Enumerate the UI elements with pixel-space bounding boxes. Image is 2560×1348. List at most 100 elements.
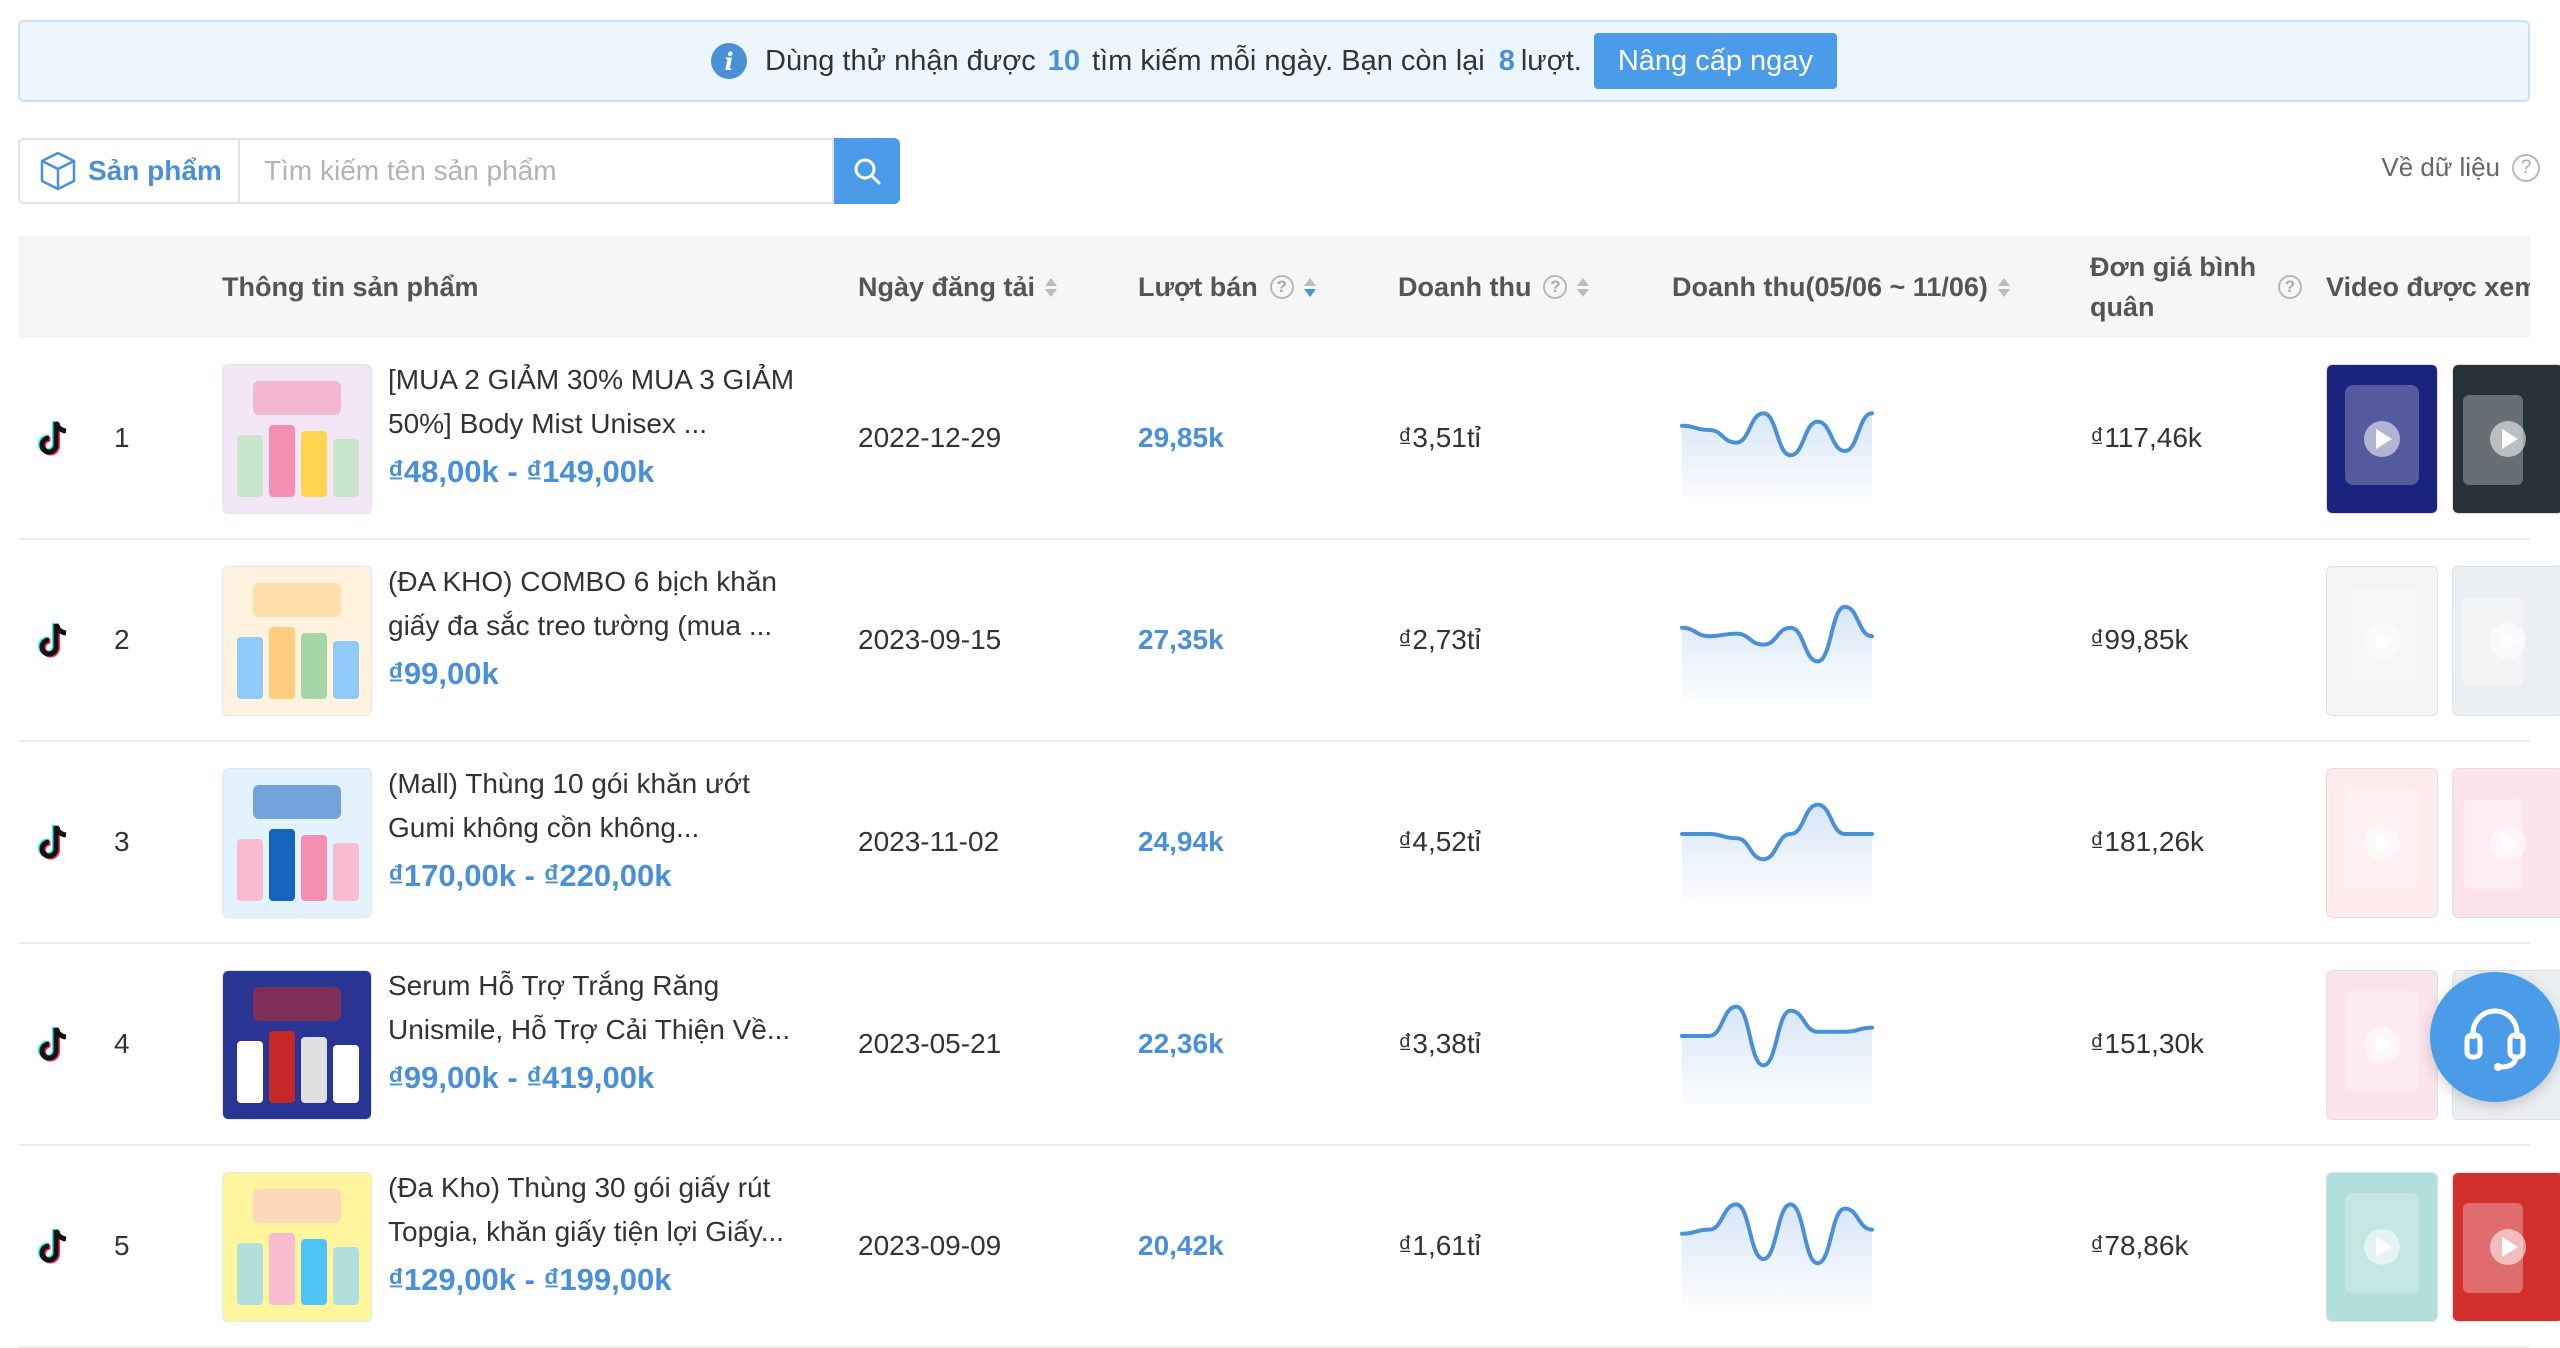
info-icon: i [711, 43, 748, 79]
product-name[interactable]: (Đa Kho) Thùng 30 gói giấy rút Topgia, k… [388, 1166, 808, 1254]
product-name[interactable]: (ĐA KHO) COMBO 6 bịch khăn giấy đa sắc t… [388, 560, 808, 648]
category-label: Sản phẩm [88, 155, 222, 186]
play-icon [2490, 1229, 2526, 1265]
play-icon [2364, 421, 2400, 457]
search-input[interactable] [238, 138, 834, 204]
video-thumbnail[interactable] [2452, 566, 2560, 716]
product-name[interactable]: Serum Hỗ Trợ Trắng Răng Unismile, Hỗ Trợ… [388, 964, 808, 1052]
rank: 4 [114, 1028, 130, 1059]
product-thumbnail[interactable] [222, 970, 372, 1120]
product-price: ₫129,00k - ₫199,00k [388, 1262, 672, 1297]
col-avg-price: Đơn giá bình quân ? [2090, 236, 2310, 338]
avg-price: ₫99,85k [2090, 624, 2189, 655]
revenue: ₫3,51tỉ [1398, 422, 1481, 453]
sort-icon[interactable] [1045, 277, 1058, 297]
revenue: ₫2,73tỉ [1398, 624, 1481, 655]
product-price: ₫99,00k - ₫419,00k [388, 1060, 655, 1095]
sales-count: 29,85k [1138, 422, 1224, 453]
col-product-info-label: Thông tin sản phẩm [222, 271, 479, 302]
col-revenue-label: Doanh thu [1398, 271, 1532, 302]
video-thumbnail[interactable] [2452, 364, 2560, 514]
sparkline-area [1682, 1006, 1872, 1104]
col-sales[interactable]: Lượt bán ? [1138, 236, 1316, 338]
cube-icon [40, 151, 76, 191]
avg-price: ₫78,86k [2090, 1230, 2189, 1261]
sales-count: 24,94k [1138, 826, 1224, 857]
play-icon [2364, 1027, 2400, 1063]
play-icon [2490, 623, 2526, 659]
help-icon[interactable]: ? [2278, 275, 2302, 299]
product-thumbnail[interactable] [222, 566, 372, 716]
sparkline-area [1682, 1204, 1872, 1306]
daily-limit: 10 [1047, 44, 1080, 77]
sales-count: 27,35k [1138, 624, 1224, 655]
help-icon[interactable]: ? [1543, 275, 1568, 299]
video-thumbnail[interactable] [2326, 970, 2438, 1120]
col-upload-date[interactable]: Ngày đăng tải [858, 236, 1058, 338]
product-info: Serum Hỗ Trợ Trắng Răng Unismile, Hỗ Trợ… [388, 964, 808, 1096]
product-thumbnail[interactable] [222, 364, 372, 514]
table-row[interactable]: 4 Serum Hỗ Trợ Trắng Răng Unismile, Hỗ T… [18, 944, 2560, 1146]
play-icon [2364, 1229, 2400, 1265]
tiktok-icon [36, 418, 70, 458]
tiktok-icon [36, 1226, 70, 1266]
banner-text-before: Dùng thử nhận được [765, 44, 1036, 77]
sort-icon[interactable] [1577, 277, 1590, 297]
product-info: (Mall) Thùng 10 gói khăn ướt Gumi không … [388, 762, 808, 894]
table-row[interactable]: 3 (Mall) Thùng 10 gói khăn ướt Gumi khôn… [18, 742, 2560, 944]
banner-text-after: lượt. [1520, 44, 1582, 77]
col-videos-label: Video được xem nhiều [2326, 271, 2530, 302]
about-data-link[interactable]: Về dữ liệu ? [2381, 152, 2540, 183]
tiktok-icon [36, 1024, 70, 1064]
video-thumbnail[interactable] [2326, 768, 2438, 918]
support-button[interactable] [2430, 972, 2560, 1102]
video-thumbnail[interactable] [2326, 364, 2438, 514]
video-thumbnail[interactable] [2326, 566, 2438, 716]
banner-text-middle: tìm kiếm mỗi ngày. Bạn còn lại [1091, 44, 1485, 77]
upload-date: 2022-12-29 [858, 422, 1002, 453]
avg-price: ₫181,26k [2090, 826, 2205, 857]
upload-date: 2023-09-09 [858, 1230, 1002, 1261]
rank: 3 [114, 826, 130, 857]
search-icon [854, 158, 881, 185]
revenue-sparkline [1672, 1186, 1882, 1306]
sparkline-area [1682, 606, 1872, 700]
revenue: ₫3,38tỉ [1398, 1028, 1481, 1059]
col-avg-price-label: Đơn giá bình quân [2090, 252, 2257, 322]
table-row[interactable]: 5 (Đa Kho) Thùng 30 gói giấy rút Topgia,… [18, 1146, 2560, 1348]
col-revenue-period-label: Doanh thu(05/06 ~ 11/06) [1672, 271, 1988, 302]
revenue: ₫4,52tỉ [1398, 826, 1481, 857]
remaining-count: 8 [1498, 44, 1515, 77]
tiktok-icon [36, 620, 70, 660]
col-videos: Video được xem nhiều [2326, 236, 2530, 338]
upgrade-button[interactable]: Nâng cấp ngay [1593, 33, 1837, 89]
search-button[interactable] [834, 138, 900, 204]
product-info: (ĐA KHO) COMBO 6 bịch khăn giấy đa sắc t… [388, 560, 808, 692]
video-thumbnail[interactable] [2452, 768, 2560, 918]
product-name[interactable]: (Mall) Thùng 10 gói khăn ướt Gumi không … [388, 762, 808, 850]
sort-icon[interactable] [1303, 277, 1316, 297]
revenue-sparkline [1672, 378, 1882, 498]
category-selector[interactable]: Sản phẩm [18, 138, 238, 204]
revenue-sparkline [1672, 782, 1882, 902]
trial-banner: i Dùng thử nhận được 10 tìm kiếm mỗi ngà… [18, 20, 2530, 102]
help-icon[interactable]: ? [1269, 275, 1294, 299]
product-price: ₫99,00k [388, 656, 499, 691]
table-body: 1 [MUA 2 GIẢM 30% MUA 3 GIẢM 50%] Body M… [18, 338, 2560, 1348]
table-row[interactable]: 2 (ĐA KHO) COMBO 6 bịch khăn giấy đa sắc… [18, 540, 2560, 742]
tiktok-icon [36, 822, 70, 862]
avg-price: ₫151,30k [2090, 1028, 2205, 1059]
upload-date: 2023-05-21 [858, 1028, 1002, 1059]
col-revenue[interactable]: Doanh thu ? [1398, 236, 1590, 338]
sort-icon[interactable] [1997, 277, 2010, 297]
play-icon [2364, 623, 2400, 659]
table-row[interactable]: 1 [MUA 2 GIẢM 30% MUA 3 GIẢM 50%] Body M… [18, 338, 2560, 540]
upload-date: 2023-09-15 [858, 624, 1002, 655]
sparkline-area [1682, 413, 1872, 498]
product-name[interactable]: [MUA 2 GIẢM 30% MUA 3 GIẢM 50%] Body Mis… [388, 358, 808, 446]
col-revenue-period[interactable]: Doanh thu(05/06 ~ 11/06) [1672, 236, 2010, 338]
product-table: Thông tin sản phẩm Ngày đăng tải Lượt bá… [18, 236, 2560, 1348]
rank: 1 [114, 422, 130, 453]
product-thumbnail[interactable] [222, 768, 372, 918]
col-sales-label: Lượt bán [1138, 271, 1258, 302]
